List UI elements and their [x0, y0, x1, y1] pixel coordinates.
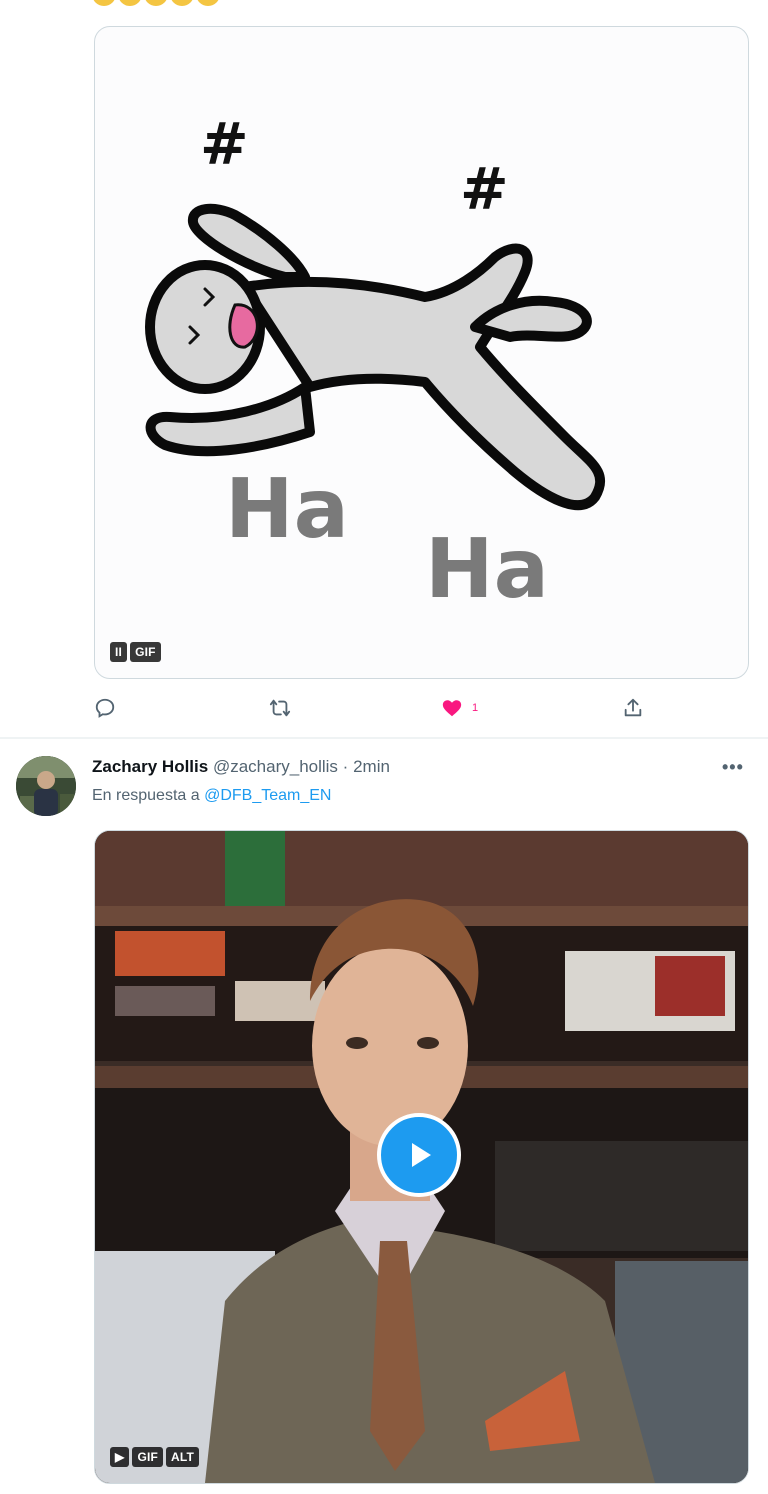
laughing-bunny-drawing: # # Ha Ha: [145, 110, 606, 617]
more-options-icon[interactable]: •••: [722, 757, 744, 778]
play-icon: [412, 1143, 431, 1167]
gif-badges: II GIF: [110, 642, 161, 662]
emoji-icon: [196, 0, 220, 6]
heart-icon: [442, 700, 462, 717]
gif-badge: GIF: [132, 1447, 164, 1467]
play-button[interactable]: [377, 1113, 461, 1197]
emoji-strip: [92, 0, 220, 6]
gif-media-card[interactable]: # # Ha Ha II GIF: [94, 26, 749, 679]
reply-icon: [95, 698, 115, 718]
hash-mark-2: #: [460, 155, 509, 223]
pause-button[interactable]: II: [110, 642, 128, 662]
emoji-icon: [92, 0, 116, 6]
play-small-icon[interactable]: ▶: [110, 1447, 130, 1467]
ha-text-1: Ha: [225, 462, 349, 557]
emoji-icon: [170, 0, 194, 6]
avatar[interactable]: [16, 756, 76, 816]
alt-text-button[interactable]: ALT: [166, 1447, 200, 1467]
ha-text-2: Ha: [425, 522, 549, 617]
emoji-icon: [118, 0, 142, 6]
gif-badges: ▶ GIF ALT: [110, 1447, 200, 1467]
avatar-image: [16, 756, 76, 816]
like-button[interactable]: 1: [440, 697, 478, 719]
share-button[interactable]: [622, 697, 644, 719]
gif-media-card[interactable]: ▶ GIF ALT: [94, 830, 749, 1484]
gif-badge: GIF: [130, 642, 161, 662]
retweet-icon: [269, 699, 291, 717]
reply-button[interactable]: [94, 697, 116, 719]
emoji-icon: [144, 0, 168, 6]
separator: ·: [342, 757, 349, 776]
reply-to-prefix: En respuesta a: [92, 787, 200, 804]
reply-to-handle[interactable]: @DFB_Team_EN: [204, 787, 331, 804]
hash-mark-1: #: [200, 110, 249, 178]
retweet-button[interactable]: [268, 697, 292, 719]
share-icon: [624, 698, 642, 717]
tweet-time[interactable]: 2min: [353, 757, 390, 776]
author-handle[interactable]: @zachary_hollis: [213, 757, 338, 776]
author-name[interactable]: Zachary Hollis: [92, 757, 208, 776]
like-count: 1: [472, 702, 479, 714]
tweet-author-line: Zachary Hollis @zachary_hollis · 2min: [92, 757, 390, 777]
reply-to-line: En respuesta a @DFB_Team_EN: [92, 787, 331, 805]
tweet-divider: [0, 737, 768, 739]
